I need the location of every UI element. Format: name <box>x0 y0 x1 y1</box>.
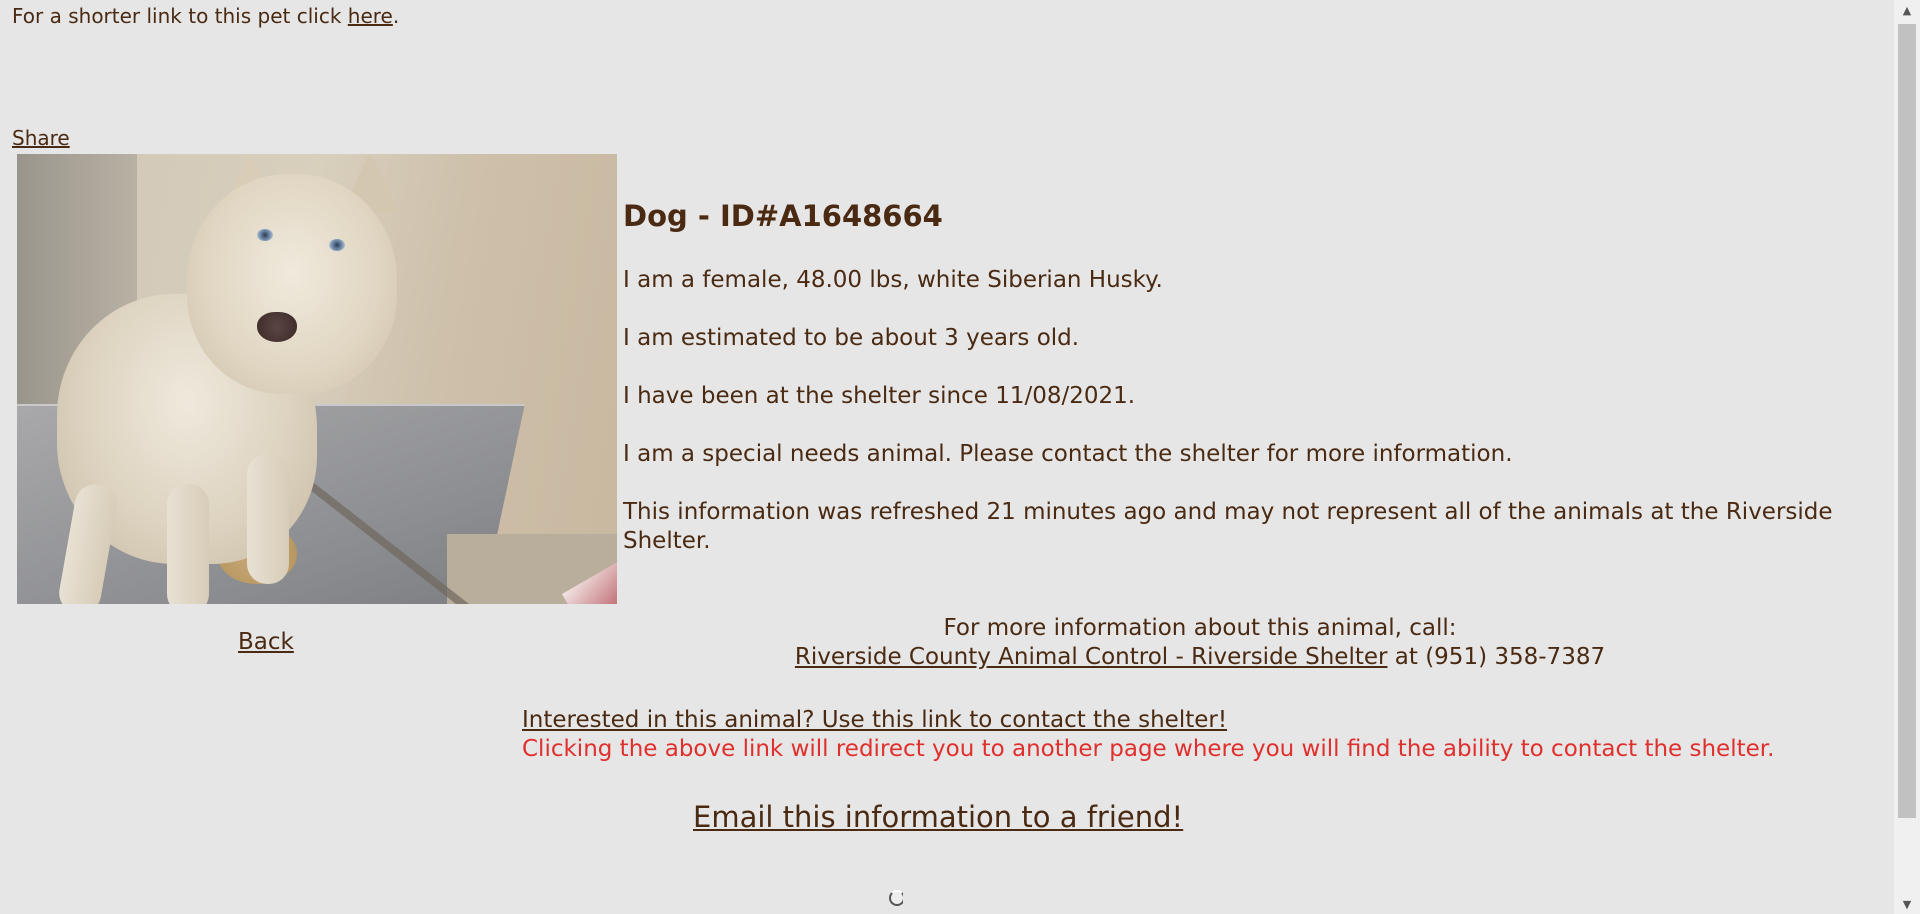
short-link-here[interactable]: here <box>348 4 393 28</box>
vertical-scrollbar[interactable]: ▲ ▼ <box>1894 0 1920 914</box>
back-link[interactable]: Back <box>238 628 294 657</box>
shelter-link[interactable]: Riverside County Animal Control - Rivers… <box>795 644 1388 670</box>
animal-title: Dog - ID#A1648664 <box>623 199 943 233</box>
shelter-phone: at (951) 358-7387 <box>1387 644 1606 670</box>
contact-block: For more information about this animal, … <box>720 614 1680 672</box>
contact-intro: For more information about this animal, … <box>943 615 1457 641</box>
triangle-up-icon[interactable]: ▲ <box>1894 0 1920 20</box>
page: For a shorter link to this pet click her… <box>0 0 1894 914</box>
triangle-down-icon[interactable]: ▼ <box>1894 894 1920 914</box>
contact-line: Riverside County Animal Control - Rivers… <box>720 643 1680 672</box>
animal-description: I am a female, 48.00 lbs, white Siberian… <box>623 267 1163 293</box>
redirect-note: Clicking the above link will redirect yo… <box>522 736 1775 762</box>
short-link-text: For a shorter link to this pet click <box>12 4 342 28</box>
animal-age: I am estimated to be about 3 years old. <box>623 325 1080 351</box>
short-link-period: . <box>392 4 400 28</box>
animal-shelter-since: I have been at the shelter since 11/08/2… <box>623 383 1136 409</box>
share-link[interactable]: Share <box>12 126 70 150</box>
animal-photo <box>17 154 617 604</box>
contact-shelter-link[interactable]: Interested in this animal? Use this link… <box>522 706 1227 735</box>
email-friend-link[interactable]: Email this information to a friend! <box>693 798 1183 836</box>
spinner-icon <box>889 888 903 914</box>
refresh-note: This information was refreshed 21 minute… <box>623 499 1833 554</box>
short-link-line: For a shorter link to this pet click her… <box>12 4 399 28</box>
animal-info: Dog - ID#A1648664 I am a female, 48.00 l… <box>623 196 1853 585</box>
scroll-thumb[interactable] <box>1898 24 1916 818</box>
animal-special-needs: I am a special needs animal. Please cont… <box>623 441 1513 467</box>
